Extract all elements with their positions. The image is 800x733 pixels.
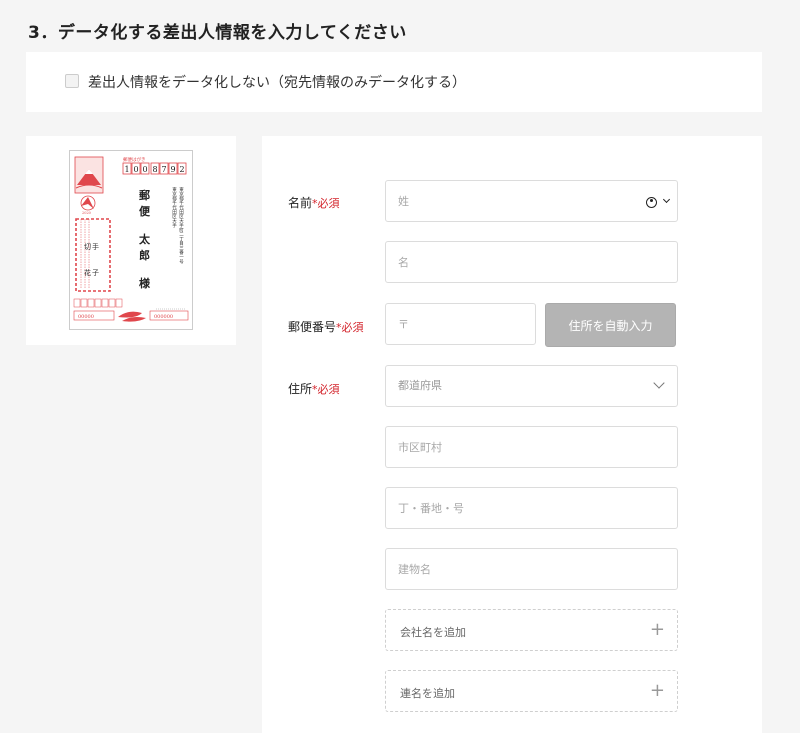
sender-form: 名前*必須 郵便番号*必須 住所を自動入力 住所*必須 都道府県 会社名を追加 … bbox=[262, 136, 762, 733]
postcard-zip-digit: 0 bbox=[134, 165, 139, 174]
name-type-dropdown[interactable] bbox=[646, 195, 670, 208]
address-label: 住所*必須 bbox=[288, 382, 340, 396]
svg-text:子: 子 bbox=[92, 269, 99, 277]
page-title: 3．データ化する差出人情報を入力してください bbox=[28, 23, 407, 43]
required-mark: *必須 bbox=[312, 383, 340, 396]
postcard-zip-digit: 2 bbox=[180, 165, 185, 174]
postcard-address: 東京都千代田区大手町二丁目三番一号 bbox=[179, 186, 184, 265]
required-mark: *必須 bbox=[336, 321, 364, 334]
no-sender-data-option: 差出人情報をデータ化しない（宛先情報のみデータ化する） bbox=[26, 52, 762, 112]
zip-input[interactable] bbox=[385, 303, 536, 345]
city-input[interactable] bbox=[385, 426, 678, 468]
postcard-illustration: 郵便はがき 2020 切 手 花 子 1008792 東京都千代田区大手町二丁目… bbox=[73, 156, 189, 322]
add-company-button[interactable]: 会社名を追加 + bbox=[385, 609, 678, 651]
building-input[interactable] bbox=[385, 548, 678, 590]
required-mark: *必須 bbox=[312, 197, 340, 210]
postcard-preview: 郵便はがき 2020 切 手 花 子 1008792 東京都千代田区大手町二丁目… bbox=[69, 150, 193, 330]
auto-fill-address-button[interactable]: 住所を自動入力 bbox=[545, 303, 676, 347]
zip-label: 郵便番号*必須 bbox=[288, 320, 364, 334]
person-icon bbox=[646, 196, 657, 208]
plus-icon: + bbox=[649, 680, 665, 701]
name-label: 名前*必須 bbox=[288, 196, 340, 210]
plus-icon: + bbox=[649, 619, 665, 640]
no-sender-data-label[interactable]: 差出人情報をデータ化しない（宛先情報のみデータ化する） bbox=[88, 72, 466, 92]
prefecture-select[interactable]: 都道府県 bbox=[385, 365, 678, 407]
chevron-down-icon bbox=[653, 377, 665, 389]
add-joint-name-button[interactable]: 連名を追加 + bbox=[385, 670, 678, 712]
svg-text:東京都千代田区大手: 東京都千代田区大手 bbox=[172, 186, 177, 229]
last-name-input[interactable] bbox=[385, 180, 678, 222]
postcard-zip-digit: 1 bbox=[125, 165, 130, 174]
postcard-right-number: 000000 bbox=[154, 314, 173, 320]
postcard-zip-digit: 8 bbox=[153, 165, 158, 174]
postcard-year: 2020 bbox=[82, 211, 91, 215]
street-input[interactable] bbox=[385, 487, 678, 529]
postcard-honorific: 様 bbox=[139, 276, 151, 290]
svg-text:切: 切 bbox=[84, 243, 91, 251]
svg-text:太: 太 bbox=[138, 232, 151, 246]
svg-text:花: 花 bbox=[84, 268, 91, 277]
postcard-zip-digit: 0 bbox=[143, 165, 148, 174]
svg-text:郎: 郎 bbox=[139, 248, 150, 262]
postcard-zip-digit: 9 bbox=[171, 165, 176, 174]
postcard-zip-digit: 7 bbox=[162, 165, 167, 174]
chevron-down-icon bbox=[662, 195, 670, 204]
svg-text:手: 手 bbox=[92, 242, 99, 251]
svg-text:便: 便 bbox=[139, 204, 151, 218]
no-sender-data-checkbox[interactable] bbox=[65, 74, 79, 88]
postcard-preview-panel: 郵便はがき 2020 切 手 花 子 1008792 東京都千代田区大手町二丁目… bbox=[26, 136, 236, 345]
svg-text:郵: 郵 bbox=[139, 188, 150, 202]
svg-text:郵便はがき: 郵便はがき bbox=[123, 156, 146, 163]
first-name-input[interactable] bbox=[385, 241, 678, 283]
postcard-left-number: 00000 bbox=[78, 314, 94, 320]
